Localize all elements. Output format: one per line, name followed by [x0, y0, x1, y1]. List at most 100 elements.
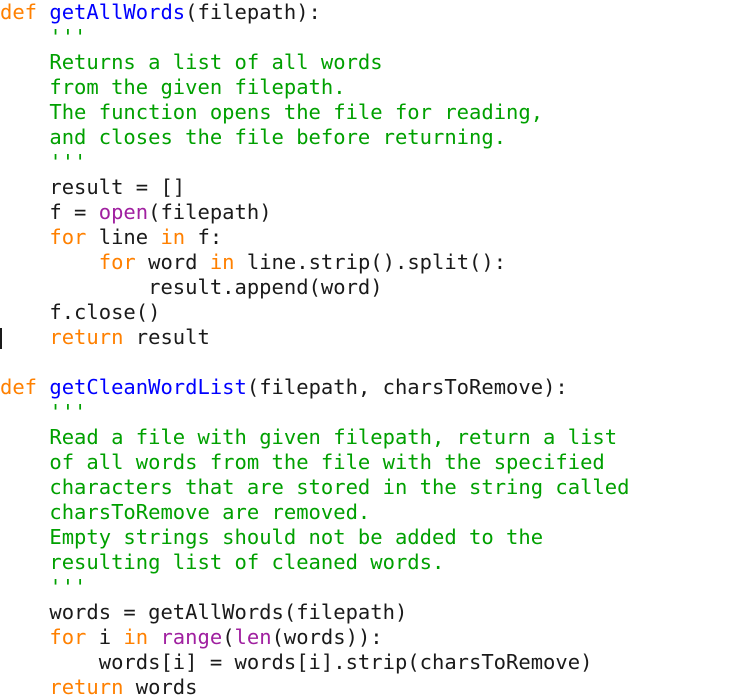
- code-token-kw: in: [160, 225, 186, 249]
- code-token-plain: result = []: [0, 175, 186, 199]
- code-line[interactable]: result = []: [0, 175, 731, 200]
- code-token-plain: words[i] = words[i].strip(charsToRemove): [0, 650, 593, 674]
- code-token-str: The function opens the file for reading,: [49, 100, 544, 124]
- code-token-str: ''': [49, 575, 87, 599]
- code-line[interactable]: def getCleanWordList(filepath, charsToRe…: [0, 375, 731, 400]
- code-token-kw: for: [49, 625, 87, 649]
- code-token-plain: f =: [0, 200, 99, 224]
- code-line[interactable]: words = getAllWords(filepath): [0, 600, 731, 625]
- code-token-plain: word: [135, 250, 210, 274]
- code-line[interactable]: for word in line.strip().split():: [0, 250, 731, 275]
- code-line[interactable]: ''': [0, 150, 731, 175]
- code-token-kw: def: [0, 0, 38, 24]
- code-token-builtin: open: [98, 200, 149, 224]
- code-line[interactable]: Empty strings should not be added to the: [0, 525, 731, 550]
- code-token-str: of all words from the file with the spec…: [49, 450, 605, 474]
- code-token-kw: def: [0, 375, 38, 399]
- code-line[interactable]: for line in f:: [0, 225, 731, 250]
- code-token-plain: i: [86, 625, 124, 649]
- code-token-fn: getAllWords: [49, 0, 186, 24]
- code-token-plain: (filepath, charsToRemove):: [246, 375, 568, 399]
- code-line[interactable]: charsToRemove are removed.: [0, 500, 731, 525]
- code-line[interactable]: def getAllWords(filepath):: [0, 0, 731, 25]
- code-token-str: ''': [49, 25, 87, 49]
- code-line[interactable]: Returns a list of all words: [0, 50, 731, 75]
- code-token-plain: words = getAllWords(filepath): [0, 600, 408, 624]
- text-caret: [0, 328, 2, 349]
- code-line[interactable]: Read a file with given filepath, return …: [0, 425, 731, 450]
- code-line[interactable]: words[i] = words[i].strip(charsToRemove): [0, 650, 731, 675]
- code-token-plain: (: [222, 625, 235, 649]
- code-line[interactable]: return result: [0, 325, 731, 350]
- code-token-kw: in: [209, 250, 235, 274]
- code-line[interactable]: and closes the file before returning.: [0, 125, 731, 150]
- code-line[interactable]: [0, 350, 731, 375]
- code-token-str: Read a file with given filepath, return …: [49, 425, 618, 449]
- code-token-kw: for: [49, 225, 87, 249]
- code-token-kw: return: [49, 325, 124, 349]
- code-line[interactable]: ''': [0, 25, 731, 50]
- code-token-builtin: range: [160, 625, 223, 649]
- code-line[interactable]: resulting list of cleaned words.: [0, 550, 731, 575]
- code-token-plain: (filepath):: [185, 0, 321, 24]
- code-token-str: resulting list of cleaned words.: [49, 550, 445, 574]
- code-text-area[interactable]: def getAllWords(filepath): ''' Returns a…: [0, 0, 731, 700]
- code-token-plain: result: [123, 325, 210, 349]
- code-token-builtin: len: [234, 625, 272, 649]
- code-line[interactable]: of all words from the file with the spec…: [0, 450, 731, 475]
- code-token-kw: return: [49, 675, 124, 699]
- code-line[interactable]: ''': [0, 400, 731, 425]
- code-line[interactable]: for i in range(len(words)):: [0, 625, 731, 650]
- code-token-str: Returns a list of all words: [49, 50, 383, 74]
- code-line[interactable]: The function opens the file for reading,: [0, 100, 731, 125]
- code-token-plain: result.append(word): [0, 275, 383, 299]
- code-line[interactable]: f.close(): [0, 300, 731, 325]
- code-editor[interactable]: def getAllWords(filepath): ''' Returns a…: [0, 0, 731, 699]
- code-token-str: charsToRemove are removed.: [49, 500, 371, 524]
- code-token-plain: words: [123, 675, 198, 699]
- code-token-str: characters that are stored in the string…: [49, 475, 630, 499]
- code-token-plain: (words)):: [271, 625, 383, 649]
- code-token-plain: (filepath): [148, 200, 272, 224]
- code-token-fn: getCleanWordList: [49, 375, 247, 399]
- code-line[interactable]: from the given filepath.: [0, 75, 731, 100]
- code-line[interactable]: characters that are stored in the string…: [0, 475, 731, 500]
- code-line[interactable]: return words: [0, 675, 731, 700]
- code-token-str: from the given filepath.: [49, 75, 346, 99]
- code-token-plain: f:: [185, 225, 223, 249]
- code-token-str: Empty strings should not be added to the: [49, 525, 544, 549]
- code-token-kw: in: [123, 625, 149, 649]
- code-token-str: and closes the file before returning.: [49, 125, 507, 149]
- code-line[interactable]: f = open(filepath): [0, 200, 731, 225]
- code-token-str: ''': [49, 400, 87, 424]
- code-token-plain: line.strip().split():: [234, 250, 507, 274]
- code-line[interactable]: ''': [0, 575, 731, 600]
- code-line[interactable]: result.append(word): [0, 275, 731, 300]
- code-token-plain: line: [86, 225, 161, 249]
- code-token-plain: f.close(): [0, 300, 161, 324]
- code-token-kw: for: [98, 250, 136, 274]
- code-token-str: ''': [49, 150, 87, 174]
